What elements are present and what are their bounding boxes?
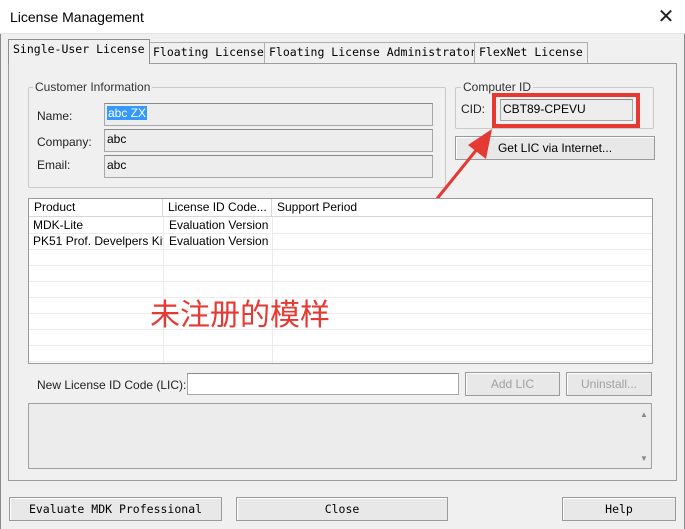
empty-row [29,314,652,330]
uninstall-button[interactable]: Uninstall... [566,372,652,396]
help-button[interactable]: Help [562,497,676,521]
empty-row [29,346,652,362]
close-icon[interactable]: ✕ [652,3,680,31]
message-box[interactable] [28,403,652,469]
column-header-license-id-code[interactable]: License ID Code... [163,199,272,217]
cell-license-id: Evaluation Version [169,218,269,232]
empty-row [29,330,652,346]
table-row[interactable]: MDK-Lite Evaluation Version [29,218,652,234]
cid-label: CID: [461,102,485,116]
email-field[interactable]: abc [104,155,433,178]
annotation-text: 未注册的模样 [150,298,330,333]
license-list[interactable]: Product License ID Code... Support Perio… [28,198,653,364]
tab-floating-license-administrator[interactable]: Floating License Administrator [264,42,482,63]
cell-support-period [273,218,651,234]
empty-row [29,250,652,266]
empty-row [29,282,652,298]
add-lic-button[interactable]: Add LIC [465,372,560,396]
computer-id-legend: Computer ID [461,80,534,94]
name-value: abc ZX [107,106,148,120]
cid-highlight-box [492,93,640,128]
cell-license-id: Evaluation Version [169,234,269,248]
name-label: Name: [37,109,73,123]
scroll-up-icon[interactable]: ▲ [638,410,650,422]
email-label: Email: [37,158,71,172]
title-bar: License Management ✕ [0,0,685,34]
tab-floating-license[interactable]: Floating License [148,42,269,63]
scroll-down-icon[interactable]: ▼ [638,454,650,466]
column-header-support-period[interactable]: Support Period [272,199,652,217]
new-license-id-code-label: New License ID Code (LIC): [37,378,187,392]
empty-row [29,298,652,314]
company-label: Company: [37,135,92,149]
tab-single-user-license[interactable]: Single-User License [8,39,150,64]
customer-information-legend: Customer Information [33,80,153,94]
company-field[interactable]: abc [104,129,433,152]
cell-product: MDK-Lite [33,218,84,232]
empty-row [29,266,652,282]
column-header-product[interactable]: Product [29,199,163,217]
evaluate-mdk-professional-button[interactable]: Evaluate MDK Professional [9,497,222,521]
close-button[interactable]: Close [236,497,448,521]
tab-flexnet-license[interactable]: FlexNet License [474,42,588,63]
new-license-id-code-input[interactable] [187,373,459,395]
window-title: License Management [10,9,144,25]
table-row[interactable]: PK51 Prof. Develpers Kit Evaluation Vers… [29,234,652,250]
cell-support-period [273,234,651,250]
cell-product: PK51 Prof. Develpers Kit [33,234,163,248]
name-field[interactable]: abc ZX [104,103,433,126]
